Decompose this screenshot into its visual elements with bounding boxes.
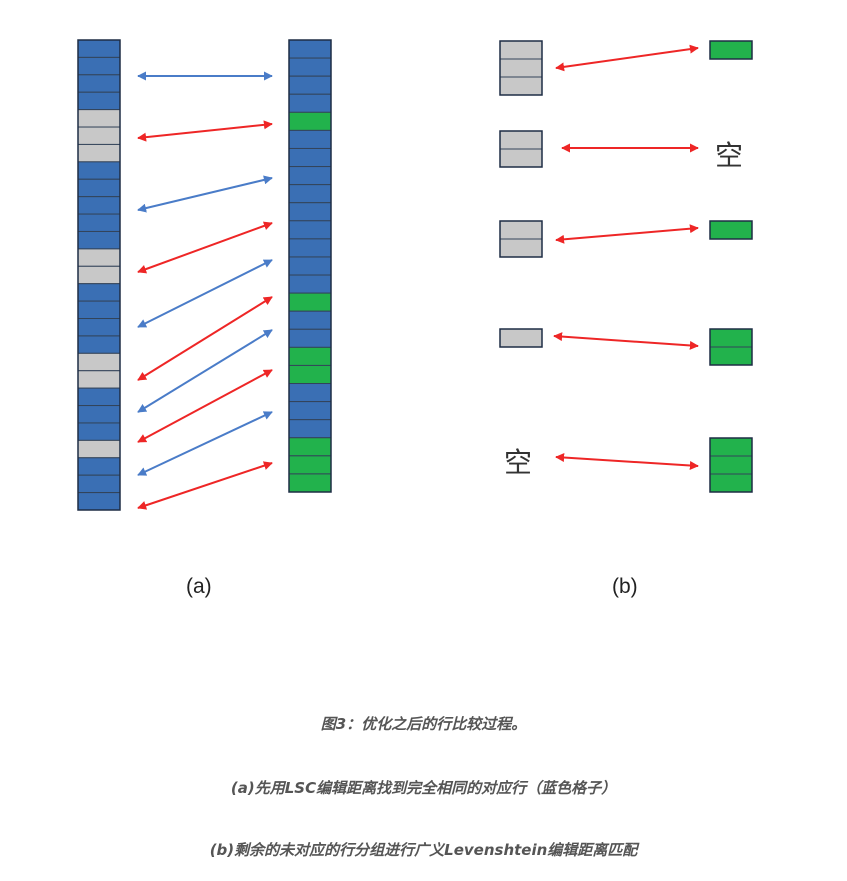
right-column-cell-20: [288, 383, 332, 403]
double-arrow-blue-5: [137, 259, 273, 328]
caption-line-b: (b)剩余的未对应的行分组进行广义Levenshtein编辑距离匹配: [209, 841, 638, 859]
group-1-double-arrow: [555, 44, 699, 72]
right-column-cell-6: [288, 129, 332, 149]
right-column-cell-9: [288, 184, 332, 204]
panel-b-label: (b): [612, 575, 638, 598]
right-column-cell-21: [288, 401, 332, 421]
right-column-cell-8: [288, 166, 332, 186]
right-column-cell-13: [288, 256, 332, 276]
left-column-cell-22: [77, 405, 121, 424]
right-column-cell-22: [288, 419, 332, 439]
double-arrow-red-8: [137, 369, 273, 443]
left-column-cell-3: [77, 74, 121, 93]
double-arrow-blue-9: [137, 411, 273, 476]
left-column-cell-6: [77, 126, 121, 145]
group-3-double-arrow: [555, 224, 699, 244]
left-column-cell-16: [77, 300, 121, 320]
left-column-cell-15: [77, 283, 121, 302]
group-5-green-cell-2: [709, 455, 753, 475]
right-column-cell-10: [288, 202, 332, 222]
right-column-cell-24: [288, 455, 332, 475]
left-column-cell-10: [77, 196, 121, 215]
panel-a-diagram: [77, 39, 332, 511]
right-column-cell-23: [288, 437, 332, 457]
left-column-cell-2: [77, 56, 121, 76]
group-5-green-cell-1: [709, 437, 753, 457]
group-3-gray-cell-1: [499, 220, 543, 240]
left-column-cell-25: [77, 457, 121, 476]
left-column-cell-14: [77, 265, 121, 285]
right-column-cell-2: [288, 57, 332, 77]
right-column-cell-1: [288, 39, 332, 59]
group-1-gray-cell-3: [499, 76, 543, 96]
double-arrow-red-6: [137, 296, 273, 381]
group-3-green-cell-1: [709, 220, 753, 240]
group-2-gray-cell-2: [499, 148, 543, 168]
left-column-cell-1: [77, 39, 121, 58]
group-5-green-cell-3: [709, 473, 753, 493]
double-arrow-blue-3: [137, 175, 273, 213]
double-arrow-red-2: [137, 120, 273, 142]
caption-line-a: (a)先用LSC编辑距离找到完全相同的对应行（蓝色格子）: [230, 779, 617, 797]
left-column-cell-18: [77, 335, 121, 354]
right-column-cell-5: [288, 111, 332, 131]
left-column-cell-11: [77, 213, 121, 232]
right-column-cell-12: [288, 238, 332, 258]
left-column-cell-24: [77, 439, 121, 459]
left-column-cell-7: [77, 143, 121, 163]
right-column-cell-7: [288, 147, 332, 168]
panel-b-diagram: [499, 40, 753, 493]
right-column-cell-4: [288, 93, 332, 113]
left-column-cell-19: [77, 352, 121, 372]
double-arrow-blue-7: [137, 329, 273, 413]
right-column-cell-17: [288, 328, 332, 348]
group-4-double-arrow: [553, 332, 699, 350]
panel-a-label: (a): [186, 575, 212, 598]
right-column-cell-16: [288, 310, 332, 330]
group-1-green-cell-1: [709, 40, 753, 60]
empty-label-left: 空: [504, 446, 533, 479]
left-column-cell-4: [77, 91, 121, 111]
left-column-cell-12: [77, 230, 121, 250]
group-4-green-cell-2: [709, 346, 753, 366]
left-column-cell-8: [77, 161, 121, 180]
left-column-cell-20: [77, 370, 121, 389]
right-column-cell-3: [288, 75, 332, 95]
comparison-diagram: [77, 39, 753, 511]
left-column-cell-17: [77, 318, 121, 337]
caption-title: 图3：优化之后的行比较过程。: [320, 715, 527, 733]
right-column-cell-11: [288, 220, 332, 240]
group-4-gray-cell-1: [499, 328, 543, 348]
group-1-gray-cell-1: [499, 40, 543, 60]
left-column-cell-5: [77, 109, 121, 128]
double-arrow-red-10: [137, 461, 273, 510]
left-column-cell-27: [77, 492, 121, 511]
right-column-cell-15: [288, 292, 332, 312]
left-column-cell-21: [77, 387, 121, 407]
right-column-cell-19: [288, 364, 332, 385]
empty-label-right: 空: [715, 139, 744, 172]
left-column-cell-23: [77, 422, 121, 441]
group-2-gray-cell-1: [499, 130, 543, 150]
group-1-gray-cell-2: [499, 58, 543, 78]
group-4-green-cell-1: [709, 328, 753, 348]
group-5-double-arrow: [555, 453, 699, 470]
left-column-cell-9: [77, 178, 121, 198]
left-column-cell-13: [77, 248, 121, 267]
left-column-cell-26: [77, 474, 121, 494]
right-column-cell-18: [288, 346, 332, 366]
double-arrow-red-4: [137, 221, 273, 274]
right-column-cell-25: [288, 473, 332, 493]
right-column-cell-14: [288, 274, 332, 294]
group-3-gray-cell-2: [499, 238, 543, 258]
